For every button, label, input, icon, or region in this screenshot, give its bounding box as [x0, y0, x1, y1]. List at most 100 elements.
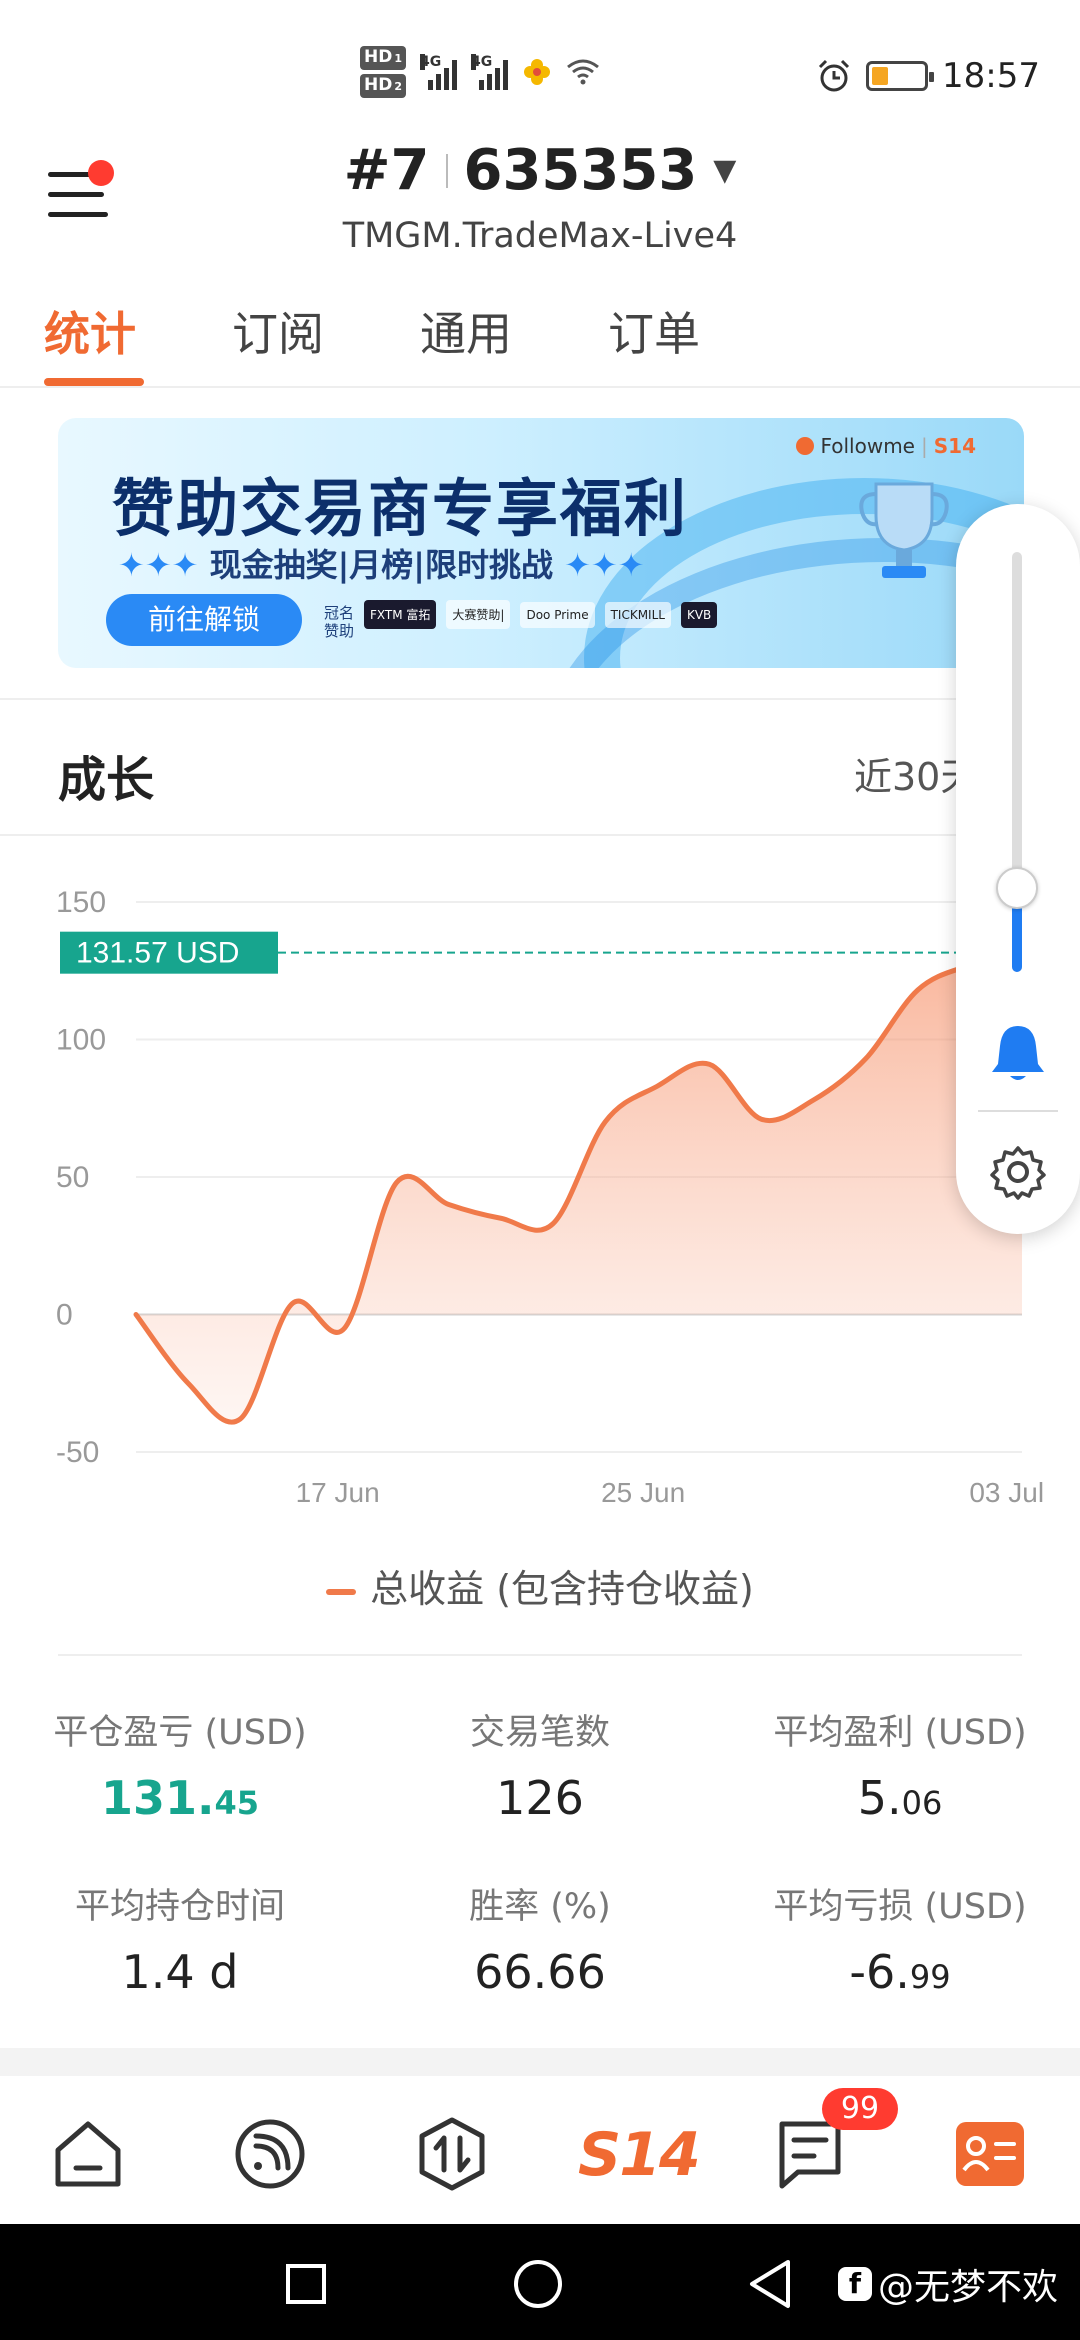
tab-stats[interactable]: 统计 [44, 298, 136, 364]
brand-s14: S14 [933, 434, 976, 458]
stat-value: -6.99 [750, 1945, 1050, 1999]
y-tick-label: 100 [56, 1024, 106, 1057]
signal-bar [503, 60, 508, 90]
battery-icon [866, 61, 935, 91]
promo-banner[interactable]: Followme | S14 赞助交易商专享福利 ✦✦✦ 现金抽奖|月榜|限时挑… [58, 418, 1024, 668]
wifi-icon [567, 59, 599, 85]
profile-card-icon[interactable] [952, 2116, 1028, 2192]
unlock-button[interactable]: 前往解锁 [106, 594, 302, 646]
tab-general[interactable]: 通用 [420, 298, 512, 364]
bottom-nav: S14 99 [0, 2076, 1080, 2224]
message-badge: 99 [822, 2088, 898, 2130]
y-tick-label: -50 [56, 1436, 99, 1469]
sponsor-logo: 大赛赞助| [446, 600, 511, 629]
hd2-text: HD [364, 75, 393, 95]
followme-icon [796, 437, 815, 455]
section-spacer [0, 2048, 1080, 2076]
s14-nav-item[interactable]: S14 [578, 2120, 701, 2190]
hd1-index: 1 [394, 52, 402, 65]
sponsor-logo: Doo Prime [520, 601, 595, 628]
chart-legend[interactable]: 总收益 (包含持仓收益) [0, 1558, 1080, 1613]
banner-title: 赞助交易商专享福利 [112, 472, 689, 545]
stat-value-int: 66.66 [474, 1945, 606, 1999]
current-value-label: 131.57 USD [76, 937, 239, 970]
facebook-icon: f [838, 2267, 872, 2301]
account-separator [445, 153, 448, 188]
signal-icon-2: 4G [471, 54, 508, 90]
volume-slider-knob[interactable] [996, 867, 1038, 909]
stat-value-int: 1.4 d [121, 1945, 239, 1999]
account-title[interactable]: #7 635353 ▼ [344, 138, 737, 203]
system-nav-bar: f @无梦不欢 [0, 2224, 1080, 2340]
stat-avg-loss: 平均亏损 (USD) -6.99 [750, 1878, 1050, 1999]
signal-bar [452, 60, 457, 90]
signal-bar [495, 68, 500, 90]
recents-icon[interactable] [284, 2262, 328, 2306]
hd1-badge: HD 1 [360, 46, 406, 70]
signal-icon-1: 4G [420, 54, 457, 90]
sponsor-logo: KVB [680, 601, 718, 628]
sponsor-logo: FXTM 富拓 [364, 600, 437, 629]
watermark-text: @无梦不欢 [878, 2267, 1059, 2308]
trade-icon[interactable] [414, 2116, 490, 2192]
sparkle-icon: ✦✦✦ [552, 546, 645, 584]
sponsor-list: FXTM 富拓 大赛赞助| Doo Prime TICKMILL KVB [364, 600, 718, 629]
legend-label: 总收益 (包含持仓收益) [370, 1567, 754, 1611]
hd2-badge: HD 2 [360, 74, 406, 98]
watermark: f @无梦不欢 [838, 2258, 1058, 2310]
gear-icon[interactable] [990, 1144, 1046, 1200]
stat-value-int: 126 [496, 1771, 584, 1825]
net1-label: 4G [420, 54, 442, 70]
flower-icon [524, 59, 550, 85]
status-left: HD 1 HD 2 4G 4G [360, 46, 600, 98]
home-icon[interactable] [50, 2116, 126, 2192]
bell-icon[interactable] [990, 1022, 1046, 1082]
panel-divider [978, 1110, 1058, 1112]
stat-value-dec: 45 [214, 1784, 260, 1822]
stat-value-dec: 06 [901, 1784, 943, 1822]
sparkle-icon: ✦✦✦ [118, 546, 210, 584]
stat-label: 平均持仓时间 [74, 1887, 285, 1927]
stat-value-int: -6. [849, 1945, 910, 1999]
clock: 18:57 [942, 56, 1040, 96]
home-circle-icon[interactable] [512, 2258, 564, 2310]
account-prefix: #7 [343, 138, 430, 203]
alarm-icon [818, 59, 850, 92]
brand-divider: | [921, 434, 928, 458]
stat-closed-pnl: 平仓盈亏 (USD) 131.45 [30, 1704, 330, 1825]
section-divider [0, 698, 1080, 700]
x-tick-label: 25 Jun [601, 1477, 685, 1508]
growth-chart[interactable]: -50 0 50 100 150 17 Jun 25 Jun 03 Jul 131.57 U… [0, 860, 1080, 1520]
status-bar: HD 1 HD 2 4G 4G 18:57 [0, 0, 1080, 150]
stat-value-int: 131. [100, 1771, 215, 1825]
floating-control-panel [956, 504, 1080, 1234]
stat-value: 126 [390, 1771, 690, 1825]
stat-label: 平均亏损 (USD) [773, 1887, 1027, 1927]
feed-icon[interactable] [232, 2116, 308, 2192]
stat-value-int: 5. [857, 1771, 902, 1825]
stat-label: 胜率 (%) [469, 1887, 611, 1927]
stat-label: 平仓盈亏 (USD) [53, 1713, 307, 1753]
banner-subtitle: ✦✦✦ 现金抽奖|月榜|限时挑战 ✦✦✦ [118, 540, 645, 586]
brand-name: Followme [820, 434, 915, 458]
x-tick-label: 17 Jun [296, 1477, 380, 1508]
chart-x-axis: 17 Jun 25 Jun 03 Jul [296, 1477, 1044, 1508]
signal-bar [479, 80, 484, 90]
brand-logo: Followme | S14 [796, 434, 976, 458]
stat-avg-hold-time: 平均持仓时间 1.4 d [30, 1878, 330, 1999]
signal-bar [436, 74, 441, 90]
x-tick-label: 03 Jul [969, 1477, 1044, 1508]
growth-title: 成长 [58, 752, 155, 808]
hd-indicators: HD 1 HD 2 [360, 46, 406, 98]
back-icon[interactable] [746, 2258, 794, 2310]
stat-value: 131.45 [30, 1771, 330, 1825]
y-tick-label: 50 [56, 1161, 89, 1194]
trophy-icon [859, 482, 949, 578]
section-divider [0, 834, 1080, 836]
section-divider [58, 1654, 1022, 1656]
account-switcher[interactable]: #7 635353 ▼ [0, 138, 1080, 203]
banner-subtitle-text: 现金抽奖|月榜|限时挑战 [209, 546, 553, 584]
sponsor-logo: TICKMILL [604, 601, 671, 628]
tab-orders[interactable]: 订单 [608, 298, 700, 364]
tab-subscribe[interactable]: 订阅 [232, 298, 324, 364]
